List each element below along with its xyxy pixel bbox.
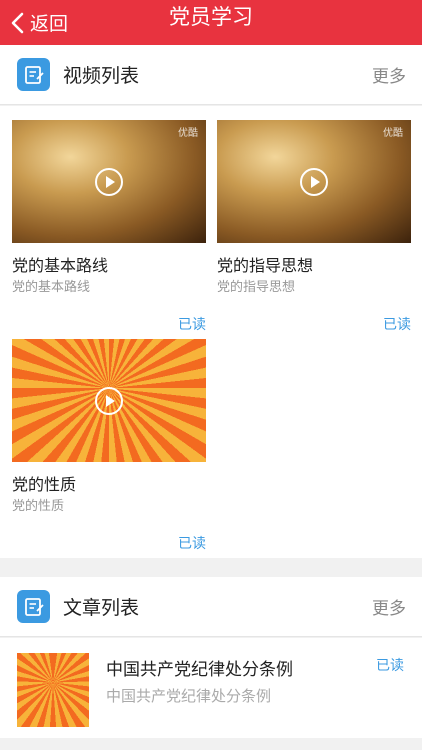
article-subtitle: 中国共产党纪律处分条例 [106,687,272,705]
play-icon[interactable] [300,167,328,196]
read-status: 已读 [178,536,206,552]
video-title: 党的基本路线 [12,256,109,275]
article-more-link[interactable]: 更多 [372,594,406,619]
video-title: 党的性质 [12,475,77,494]
watermark-text: 优酷 [383,128,403,139]
article-section-header: 文章列表 更多 [0,577,422,637]
watermark-text: 优酷 [178,128,198,139]
article-section-title: 文章列表 [63,597,140,619]
video-title: 党的指导思想 [217,256,314,275]
video-list: 优酷 党的基本路线 党的基本路线 已读 优酷 党的指导思想 党的指导思想 已读 … [0,106,422,558]
read-status: 已读 [178,317,206,333]
read-status: 已读 [376,658,404,674]
edit-list-icon [17,58,50,91]
play-icon[interactable] [95,386,123,415]
video-card[interactable]: 优酷 党的指导思想 党的指导思想 已读 [217,120,411,333]
video-thumbnail[interactable]: 优酷 [12,120,206,243]
article-list-item[interactable]: 中国共产党纪律处分条例 中国共产党纪律处分条例 已读 [0,638,422,738]
video-subtitle: 党的指导思想 [217,280,296,295]
article-thumbnail [17,653,89,727]
top-nav-bar: 返回 党员学习 [0,0,422,45]
page-title: 党员学习 [169,5,253,29]
video-section-title: 视频列表 [63,65,140,87]
read-status: 已读 [383,317,411,333]
video-thumbnail[interactable] [12,339,206,462]
video-subtitle: 党的基本路线 [12,280,91,295]
article-title: 中国共产党纪律处分条例 [106,660,293,680]
video-card[interactable]: 党的性质 党的性质 已读 [12,339,206,552]
video-section-header: 视频列表 更多 [0,45,422,105]
video-subtitle: 党的性质 [12,499,65,514]
video-card[interactable]: 优酷 党的基本路线 党的基本路线 已读 [12,120,206,333]
play-icon[interactable] [95,167,123,196]
video-more-link[interactable]: 更多 [372,62,406,87]
edit-list-icon [17,590,50,623]
video-thumbnail[interactable]: 优酷 [217,120,411,243]
